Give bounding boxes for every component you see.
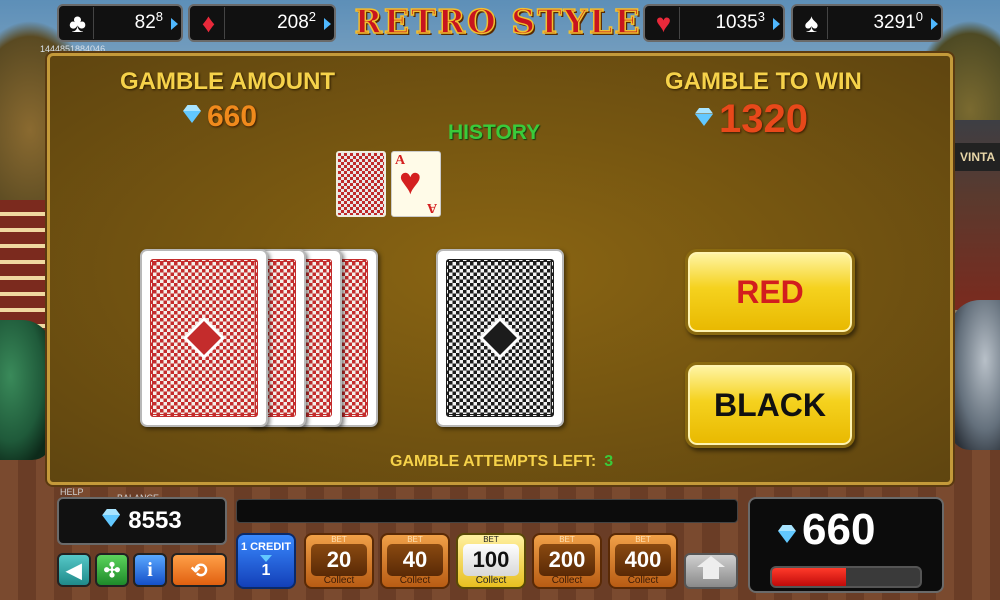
black-button[interactable]: BLACK [685, 362, 855, 448]
fullscreen-button[interactable]: ✣ [95, 553, 129, 587]
diamond-currency-icon [778, 531, 796, 543]
gamble-attempts-value: 3 [604, 453, 614, 470]
bet-collect-label: Collect [475, 575, 507, 586]
bet-value: 200 [539, 544, 595, 576]
car-left-decor [0, 320, 52, 460]
gamble-panel: GAMBLE AMOUNT 660 GAMBLE TO WIN 1320 HIS… [47, 53, 953, 485]
bet-collect-label: Collect [627, 575, 659, 586]
bet-top-label: BET [559, 535, 575, 544]
win-progress-bar [770, 566, 922, 588]
gamble-to-win: 1320 [695, 97, 808, 142]
game-logo: RETRO STYLE [354, 1, 642, 42]
help-label[interactable]: HELP [60, 487, 84, 497]
jackpot-sup: 0 [915, 9, 923, 24]
bet-button-200[interactable]: BET 200 Collect [532, 533, 602, 589]
card-emblem-icon [478, 316, 522, 360]
diamond-currency-icon [183, 111, 201, 123]
bet-button-40[interactable]: BET 40 Collect [380, 533, 450, 589]
home-icon [697, 556, 725, 580]
history-card-back [336, 151, 386, 217]
bet-value: 400 [615, 544, 671, 576]
bet-top-label: BET [407, 535, 423, 544]
car-right-decor [950, 300, 1000, 450]
bet-top-label: BET [331, 535, 347, 544]
gamble-amount: 660 [183, 100, 257, 134]
autoplay-icon: ⟲ [190, 559, 208, 582]
bet-button-400[interactable]: BET 400 Collect [608, 533, 678, 589]
card-emblem-icon [182, 316, 226, 360]
credit-value: 1 [261, 562, 271, 579]
info-button[interactable]: i [133, 553, 167, 587]
heart-icon: ♥ [648, 7, 680, 39]
gamble-amount-label: GAMBLE AMOUNT [120, 68, 336, 95]
jackpot-diamond: ♦ 2082 [188, 4, 336, 42]
gamble-to-win-label: GAMBLE TO WIN [665, 68, 862, 95]
jackpot-spade: ♠ 32910 [791, 4, 943, 42]
diamond-currency-icon [260, 555, 272, 562]
heart-icon: ♥ [399, 161, 422, 203]
jackpot-value: 208 [277, 12, 309, 33]
bet-top-label: BET [635, 535, 651, 544]
jackpot-club: ♣ 828 [57, 4, 183, 42]
jackpot-sup: 2 [308, 9, 316, 24]
gamble-card [436, 249, 564, 427]
win-display: 660 [748, 497, 944, 593]
jackpot-sup: 8 [155, 9, 163, 24]
balance-value: 8553 [128, 507, 182, 534]
jackpot-value: 3291 [873, 12, 916, 33]
spade-icon: ♠ [796, 7, 828, 39]
triangle-icon [324, 18, 331, 30]
building-left-decor [0, 200, 48, 340]
jackpot-value: 1035 [715, 12, 758, 33]
gamble-to-win-value: 1320 [719, 97, 808, 141]
autoplay-button[interactable]: ⟲ [171, 553, 227, 587]
deck-top-card [140, 249, 268, 427]
history-card-ace-hearts: A ♥ A [391, 151, 441, 217]
gamble-amount-value: 660 [207, 100, 258, 133]
bet-value: 100 [463, 544, 519, 576]
card-rank: A [426, 200, 437, 215]
diamond-currency-icon [695, 113, 713, 126]
club-icon: ♣ [62, 7, 94, 39]
history-label: HISTORY [448, 121, 541, 144]
bet-value: 20 [311, 544, 367, 576]
jackpot-heart: ♥ 10353 [643, 4, 785, 42]
info-icon: i [147, 558, 153, 581]
bet-collect-label: Collect [323, 575, 355, 586]
vintage-sign: VINTA [954, 143, 1000, 171]
credit-button[interactable]: 1 CREDIT 1 [236, 533, 296, 589]
gamble-attempts: GAMBLE ATTEMPTS LEFT: 3 [390, 453, 613, 471]
bet-button-100[interactable]: BET 100 Collect [456, 533, 526, 589]
bet-collect-label: Collect [399, 575, 431, 586]
gamble-attempts-label: GAMBLE ATTEMPTS LEFT: [390, 453, 597, 470]
home-button[interactable] [684, 553, 738, 589]
collapse-arrows-icon: ✣ [103, 559, 121, 582]
bet-button-20[interactable]: BET 20 Collect [304, 533, 374, 589]
win-value: 660 [802, 505, 876, 554]
triangle-icon [931, 18, 938, 30]
bet-value: 40 [387, 544, 443, 576]
jackpot-value: 82 [134, 12, 156, 33]
sound-button[interactable]: ◀ [57, 553, 91, 587]
message-bar [236, 499, 738, 523]
red-button[interactable]: RED [685, 249, 855, 335]
diamond-icon: ♦ [193, 7, 225, 39]
jackpot-sup: 3 [757, 9, 765, 24]
diamond-currency-icon [102, 515, 121, 527]
bet-top-label: BET [483, 535, 499, 544]
speaker-icon: ◀ [66, 559, 82, 582]
credit-label: 1 CREDIT [240, 541, 292, 553]
balance-display: 8553 [57, 497, 227, 545]
win-progress-fill [772, 568, 846, 586]
bet-collect-label: Collect [551, 575, 583, 586]
triangle-icon [773, 18, 780, 30]
triangle-icon [171, 18, 178, 30]
